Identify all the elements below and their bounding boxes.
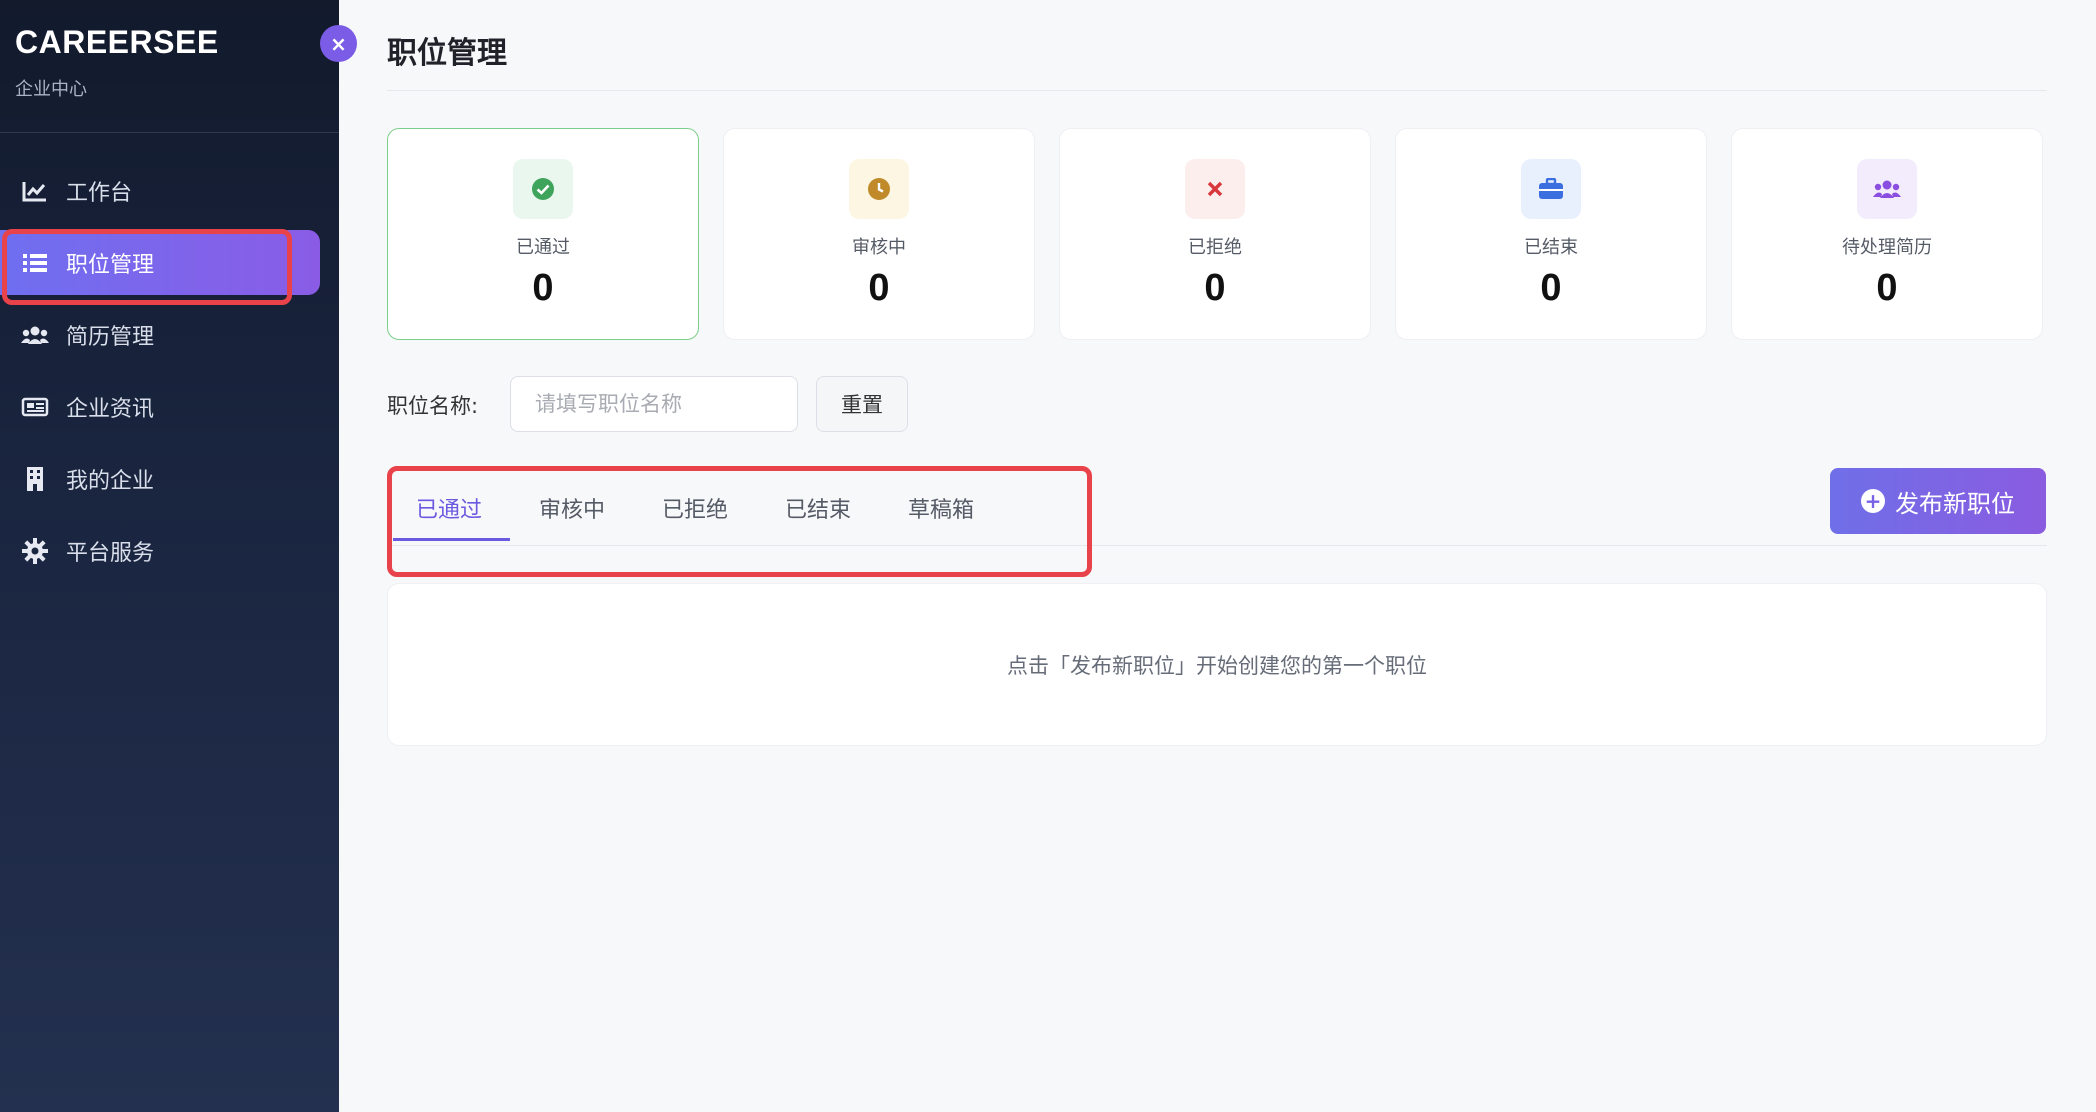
sidebar: CAREERSEE 企业中心 工作台 职位管理 简历管理 企业资讯 我的企业 平…	[0, 0, 339, 1112]
stat-card-rejected[interactable]: 已拒绝 0	[1059, 128, 1371, 340]
sidebar-item-job-management[interactable]: 职位管理	[0, 230, 320, 295]
tab-approved[interactable]: 已通过	[416, 492, 482, 524]
stat-label: 待处理简历	[1842, 237, 1932, 258]
briefcase-icon	[1521, 159, 1581, 219]
list-icon	[20, 248, 50, 278]
active-tab-indicator	[393, 538, 510, 541]
stat-label: 已结束	[1524, 237, 1578, 258]
tabs-divider	[387, 545, 2047, 546]
clock-icon	[849, 159, 909, 219]
stat-label: 已通过	[516, 237, 570, 258]
sidebar-item-label: 企业资讯	[66, 396, 155, 422]
users-icon	[1857, 159, 1917, 219]
tab-rejected[interactable]: 已拒绝	[662, 492, 728, 524]
stat-card-reviewing[interactable]: 审核中 0	[723, 128, 1035, 340]
chart-line-icon	[20, 176, 50, 206]
sidebar-item-label: 平台服务	[66, 540, 155, 566]
tab-drafts[interactable]: 草稿箱	[908, 492, 974, 524]
sidebar-divider	[0, 132, 339, 133]
users-icon	[20, 320, 50, 350]
sidebar-item-label: 我的企业	[66, 468, 155, 494]
plus-circle-icon: +	[1861, 489, 1885, 513]
reset-button[interactable]: 重置	[816, 376, 908, 432]
stat-value: 0	[1204, 267, 1226, 309]
job-name-search-input[interactable]	[510, 376, 798, 432]
tab-reviewing[interactable]: 审核中	[539, 492, 605, 524]
brand-title: CAREERSEE	[15, 24, 219, 60]
stat-value: 0	[1876, 267, 1898, 309]
x-icon	[1185, 159, 1245, 219]
sidebar-item-platform-services[interactable]: 平台服务	[0, 518, 320, 583]
gear-icon	[20, 536, 50, 566]
stat-card-ended[interactable]: 已结束 0	[1395, 128, 1707, 340]
job-list-empty-state: 点击「发布新职位」开始创建您的第一个职位	[387, 583, 2047, 746]
sidebar-item-label: 简历管理	[66, 324, 155, 350]
job-name-filter-label: 职位名称:	[387, 394, 479, 418]
building-icon	[20, 464, 50, 494]
brand: CAREERSEE 企业中心	[15, 24, 219, 101]
page-title: 职位管理	[387, 36, 507, 71]
sidebar-item-my-company[interactable]: 我的企业	[0, 446, 320, 511]
check-circle-icon	[513, 159, 573, 219]
sidebar-item-company-news[interactable]: 企业资讯	[0, 374, 320, 439]
stat-card-approved[interactable]: 已通过 0	[387, 128, 699, 340]
sidebar-item-label: 职位管理	[66, 252, 155, 278]
tab-ended[interactable]: 已结束	[785, 492, 851, 524]
stat-value: 0	[532, 267, 554, 309]
publish-new-job-button[interactable]: + 发布新职位	[1830, 468, 2046, 534]
stat-value: 0	[868, 267, 890, 309]
sidebar-item-dashboard[interactable]: 工作台	[0, 158, 320, 223]
stat-label: 审核中	[852, 237, 906, 258]
publish-button-label: 发布新职位	[1895, 489, 2015, 518]
stat-card-pending-resumes[interactable]: 待处理简历 0	[1731, 128, 2043, 340]
sidebar-close-button[interactable]: ×	[320, 25, 357, 62]
newspaper-icon	[20, 392, 50, 422]
stat-value: 0	[1540, 267, 1562, 309]
stat-label: 已拒绝	[1188, 237, 1242, 258]
empty-state-text: 点击「发布新职位」开始创建您的第一个职位	[1007, 653, 1427, 678]
sidebar-item-label: 工作台	[66, 180, 133, 206]
tabs-highlight-box	[387, 466, 1092, 577]
brand-subtitle: 企业中心	[15, 79, 87, 100]
title-divider	[387, 90, 2047, 91]
sidebar-item-resume-management[interactable]: 简历管理	[0, 302, 320, 367]
